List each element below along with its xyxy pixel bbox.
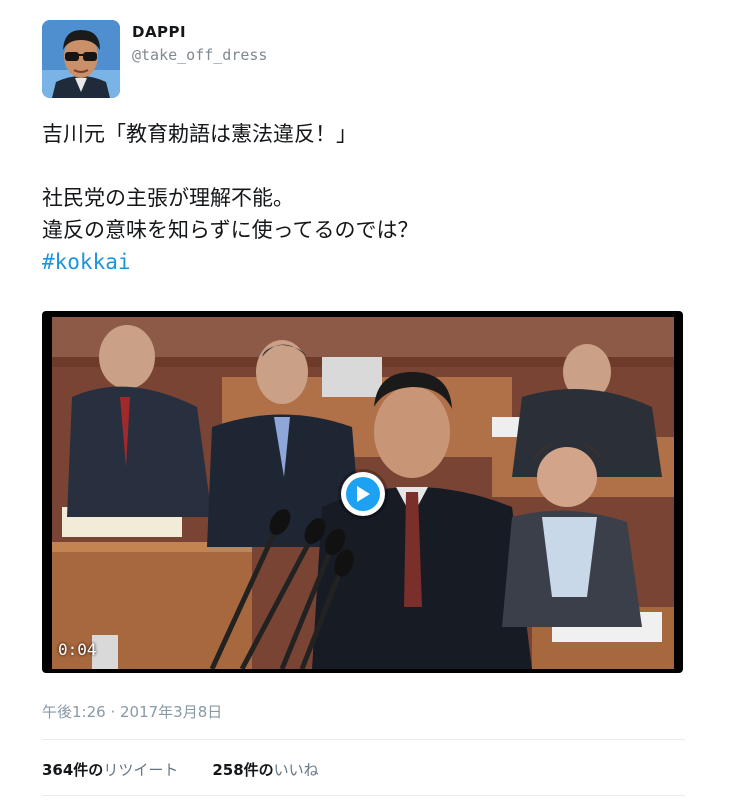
tweet-timestamp[interactable]: 午後1:26 · 2017年3月8日 bbox=[42, 701, 222, 722]
play-icon bbox=[357, 486, 370, 502]
tweet-line-1: 吉川元「教育勅語は憲法違反！」 bbox=[42, 122, 357, 146]
like-label: いいね bbox=[273, 761, 319, 779]
display-name[interactable]: DAPPI bbox=[132, 22, 267, 42]
tweet-text: 吉川元「教育勅語は憲法違反！」 社民党の主張が理解不能。 違反の意味を知らずに使… bbox=[42, 118, 702, 278]
hashtag-link[interactable]: #kokkai bbox=[42, 246, 702, 278]
tweet-line-3: 違反の意味を知らずに使ってるのでは？ bbox=[42, 218, 419, 242]
play-icon-circle bbox=[346, 477, 380, 511]
like-count: 258件の bbox=[212, 761, 274, 779]
retweet-label: リツイート bbox=[103, 761, 179, 779]
divider-bottom bbox=[42, 795, 685, 796]
username[interactable]: @take_off_dress bbox=[132, 44, 267, 66]
user-names: DAPPI @take_off_dress bbox=[132, 22, 267, 66]
avatar-image bbox=[42, 20, 120, 98]
tweet-line-2: 社民党の主張が理解不能。 bbox=[42, 186, 294, 210]
avatar[interactable] bbox=[42, 20, 120, 98]
like-stat[interactable]: 258件のいいね bbox=[212, 759, 318, 780]
divider-top bbox=[42, 739, 685, 740]
tweet-stats: 364件のリツイート 258件のいいね bbox=[42, 759, 319, 780]
tweet-header: DAPPI @take_off_dress bbox=[42, 20, 267, 100]
play-button[interactable] bbox=[341, 472, 385, 516]
video-timestamp: 0:04 bbox=[58, 640, 97, 659]
tweet-card: DAPPI @take_off_dress 吉川元「教育勅語は憲法違反！」 社民… bbox=[0, 0, 746, 800]
retweet-stat[interactable]: 364件のリツイート bbox=[42, 759, 178, 780]
retweet-count: 364件の bbox=[42, 761, 104, 779]
